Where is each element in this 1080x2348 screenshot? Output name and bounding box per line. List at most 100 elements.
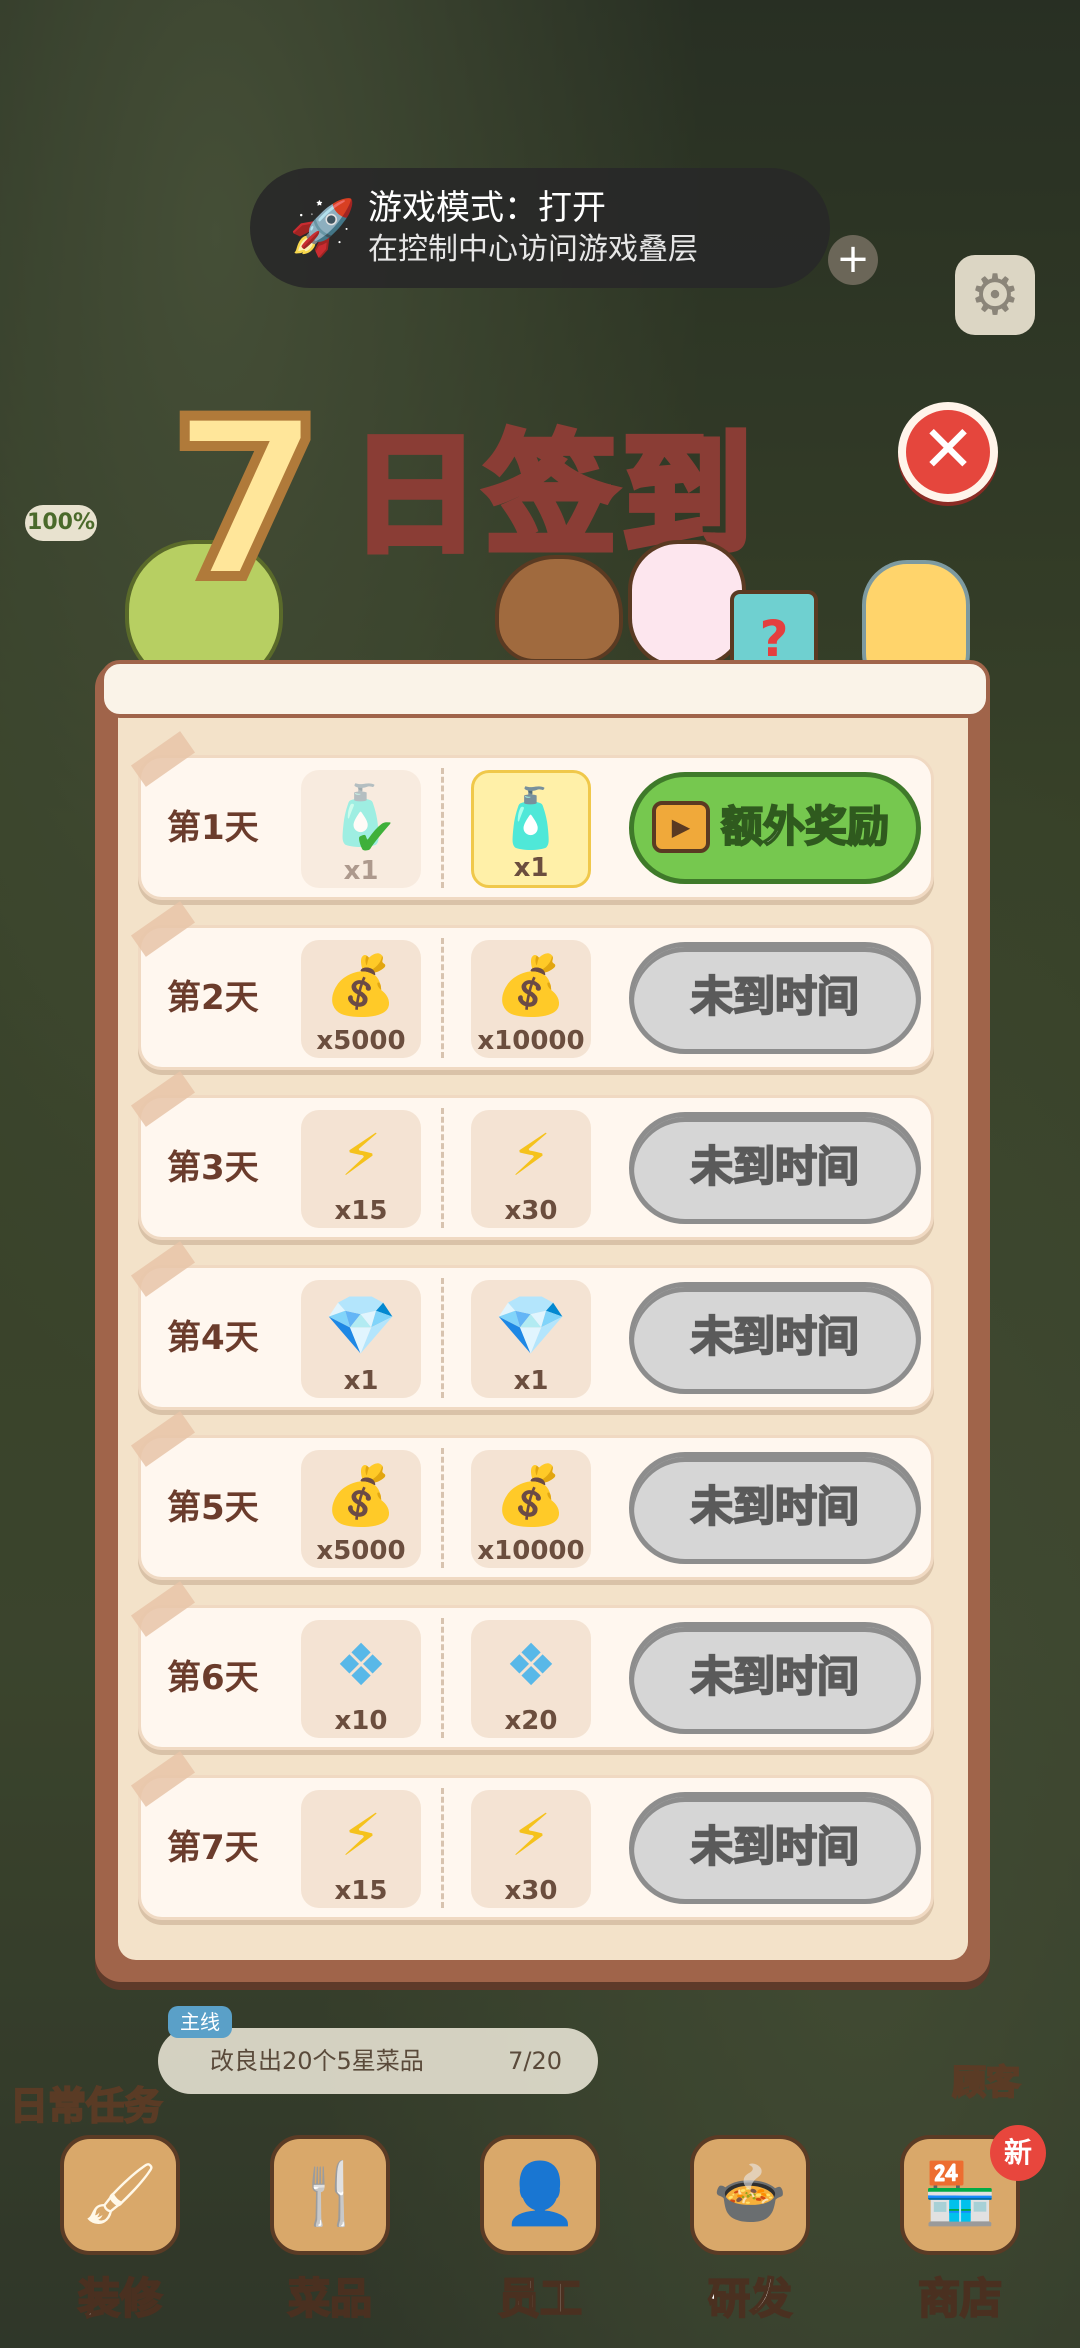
reward-qty: x5000 — [316, 1026, 406, 1056]
lightning-icon: ⚡ — [340, 1121, 382, 1189]
reward-qty: x5000 — [316, 1536, 406, 1566]
day-row: 第1天 🧴 x1 ✔ 🧴 x1 ▶ 额外奖励 — [130, 731, 934, 900]
not-yet-button[interactable]: 未到时间 — [629, 1282, 921, 1394]
badge-icon: 👤 — [480, 2135, 600, 2255]
main-quest-bar[interactable]: 主线 改良出20个5星菜品 7/20 — [158, 2006, 598, 2094]
reward-item: ⚡ x30 — [471, 1790, 591, 1908]
divider — [441, 1278, 444, 1398]
reward-qty: x1 — [513, 1366, 549, 1396]
not-yet-button[interactable]: 未到时间 — [629, 1112, 921, 1224]
video-icon: ▶ — [652, 801, 710, 853]
lightning-icon: ⚡ — [510, 1121, 552, 1189]
paint-roller-icon: 🖌 — [60, 2135, 180, 2255]
nav-decorate[interactable]: 🖌 装修 — [45, 2135, 195, 2335]
day-row: 第3天 ⚡ x15 ⚡ x30 未到时间 — [130, 1071, 934, 1240]
customer-button[interactable]: 顾客 — [951, 2055, 1021, 2104]
nav-research[interactable]: 🍲 研发 — [675, 2135, 825, 2335]
toast-title: 游戏模式：打开 — [368, 188, 606, 228]
reward-qty: x1 — [513, 853, 549, 883]
day-row: 第2天 💰 x5000 💰 x10000 未到时间 — [130, 901, 934, 1070]
divider — [441, 1788, 444, 1908]
day-label: 第3天 — [167, 1148, 259, 1188]
nav-staff[interactable]: 👤 员工 — [465, 2135, 615, 2335]
coin-bag-icon: 💰 — [494, 951, 568, 1019]
board-top-bar — [100, 660, 990, 718]
divider — [441, 938, 444, 1058]
not-yet-button[interactable]: 未到时间 — [629, 1622, 921, 1734]
reward-item: ⚡ x15 — [301, 1110, 421, 1228]
day-row: 第5天 💰 x5000 💰 x10000 未到时间 — [130, 1411, 934, 1580]
gear-icon[interactable]: ⚙ — [955, 255, 1035, 335]
progress-badge: 100% — [25, 505, 97, 541]
nav-label: 研发 — [707, 2273, 793, 2324]
gem-bag-icon: 💎 — [494, 1291, 568, 1359]
reward-item: 💰 x5000 — [301, 1450, 421, 1568]
divider — [441, 768, 444, 888]
button-label: 额外奖励 — [720, 801, 890, 852]
nav-label: 菜品 — [287, 2273, 373, 2324]
title-number: 7 — [165, 372, 328, 628]
coin-bag-icon: 💰 — [494, 1461, 568, 1529]
reward-item: 💎 x1 — [301, 1280, 421, 1398]
daily-tasks-button[interactable]: 日常任务 — [9, 2075, 163, 2130]
reward-item: 💰 x10000 — [471, 1450, 591, 1568]
nav-label: 商店 — [917, 2273, 1003, 2324]
bear-mascot — [495, 555, 623, 663]
divider — [441, 1448, 444, 1568]
not-yet-button[interactable]: 未到时间 — [629, 942, 921, 1054]
reward-qty: x10 — [334, 1706, 388, 1736]
reward-qty: x10000 — [477, 1536, 585, 1566]
new-badge: 新 — [990, 2125, 1046, 2181]
reward-qty: x15 — [334, 1876, 388, 1906]
day-row: 第7天 ⚡ x15 ⚡ x30 未到时间 — [130, 1751, 934, 1920]
coin-bag-icon: 💰 — [324, 1461, 398, 1529]
rocket-icon: 🚀 — [289, 196, 357, 259]
toast-subtitle: 在控制中心访问游戏叠层 — [368, 232, 698, 267]
extra-reward-button[interactable]: ▶ 额外奖励 — [629, 772, 921, 884]
reward-qty: x10000 — [477, 1026, 585, 1056]
not-yet-button[interactable]: 未到时间 — [629, 1452, 921, 1564]
day-row: 第4天 💎 x1 💎 x1 未到时间 — [130, 1241, 934, 1410]
nav-label: 员工 — [497, 2273, 583, 2324]
reward-qty: x1 — [343, 1366, 379, 1396]
day-label: 第6天 — [167, 1658, 259, 1698]
day-label: 第7天 — [167, 1828, 259, 1868]
diamond-bag-icon: ❖ — [335, 1631, 387, 1699]
divider — [441, 1618, 444, 1738]
day-label: 第5天 — [167, 1488, 259, 1528]
gem-bag-icon: 💎 — [324, 1291, 398, 1359]
game-mode-toast: 🚀 游戏模式：打开 在控制中心访问游戏叠层 — [250, 168, 830, 288]
coin-bag-icon: 💰 — [324, 951, 398, 1019]
check-icon: ✔ — [353, 808, 397, 868]
lightning-icon: ⚡ — [510, 1801, 552, 1869]
reward-item-extra: 🧴 x1 — [471, 770, 591, 888]
quest-text: 改良出20个5星菜品 — [210, 2047, 424, 2075]
quest-progress: 7/20 — [508, 2047, 562, 2075]
reward-item: ❖ x10 — [301, 1620, 421, 1738]
reward-item: ❖ x20 — [471, 1620, 591, 1738]
reward-qty: x20 — [504, 1706, 558, 1736]
diamond-bag-icon: ❖ — [505, 1631, 557, 1699]
bottle-icon: 🧴 — [494, 784, 568, 852]
reward-item: 💰 x10000 — [471, 940, 591, 1058]
reward-item: 💰 x5000 — [301, 940, 421, 1058]
day-label: 第4天 — [167, 1318, 259, 1358]
reward-qty: x15 — [334, 1196, 388, 1226]
close-button[interactable]: ✕ — [898, 402, 998, 502]
nav-label: 装修 — [77, 2273, 163, 2324]
reward-item: ⚡ x15 — [301, 1790, 421, 1908]
reward-qty: x30 — [504, 1196, 558, 1226]
lightning-icon: ⚡ — [340, 1801, 382, 1869]
reward-item: ⚡ x30 — [471, 1110, 591, 1228]
day-row: 第6天 ❖ x10 ❖ x20 未到时间 — [130, 1581, 934, 1750]
day-label: 第2天 — [167, 978, 259, 1018]
not-yet-button[interactable]: 未到时间 — [629, 1792, 921, 1904]
divider — [441, 1108, 444, 1228]
nav-dishes[interactable]: 🍴 菜品 — [255, 2135, 405, 2335]
pot-icon: 🍲 — [690, 2135, 810, 2255]
day-label: 第1天 — [167, 808, 259, 848]
add-button[interactable]: + — [828, 235, 878, 285]
bunny-mascot — [628, 540, 746, 668]
utensils-icon: 🍴 — [270, 2135, 390, 2255]
reward-item: 💎 x1 — [471, 1280, 591, 1398]
